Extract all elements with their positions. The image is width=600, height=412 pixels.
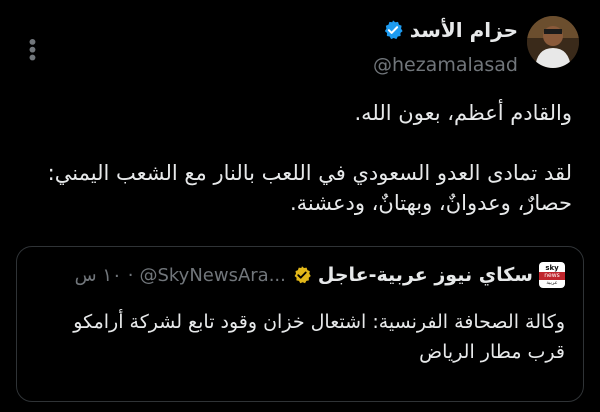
sky-news-logo: sky news عربية <box>539 262 565 288</box>
gold-verified-badge-icon <box>292 265 312 285</box>
author-handle[interactable]: @hezamalasad <box>373 54 518 76</box>
quoted-tweet-card[interactable]: sky news عربية سكاي نيوز عربية-عاجل @Sky… <box>16 246 584 402</box>
avatar[interactable] <box>527 16 579 68</box>
author-display-name[interactable]: حزام الأسد <box>410 18 518 42</box>
quoted-tweet-text: وكالة الصحافة الفرنسية: اشتعال خزان وقود… <box>73 311 565 363</box>
avatar-image <box>527 16 579 68</box>
quoted-tweet-header: sky news عربية سكاي نيوز عربية-عاجل @Sky… <box>75 261 565 289</box>
quoted-handle[interactable]: @SkyNewsAra... <box>139 265 285 286</box>
quoted-display-name[interactable]: سكاي نيوز عربية-عاجل <box>318 264 533 286</box>
tweet-line-3: حصارٌ، وعدوانٌ، وبهتانٌ، ودعشنة. <box>289 191 572 215</box>
author-name-row[interactable]: حزام الأسد <box>382 16 518 44</box>
tweet-line-1: والقادم أعظم، بعون الله. <box>354 101 573 125</box>
tweet-text: والقادم أعظم، بعون الله. لقد تمادى العدو… <box>12 98 572 218</box>
verified-badge-icon <box>382 19 404 41</box>
logo-text-bottom: عربية <box>546 279 558 286</box>
logo-text-mid: news <box>539 271 565 280</box>
tweet-line-2: لقد تمادى العدو السعودي في اللعب بالنار … <box>47 161 572 185</box>
more-options-icon[interactable]: ••• <box>20 36 44 59</box>
logo-text-top: sky <box>545 263 559 272</box>
separator-dot: · <box>127 264 134 286</box>
quoted-timestamp[interactable]: ١٠ س <box>75 265 122 286</box>
